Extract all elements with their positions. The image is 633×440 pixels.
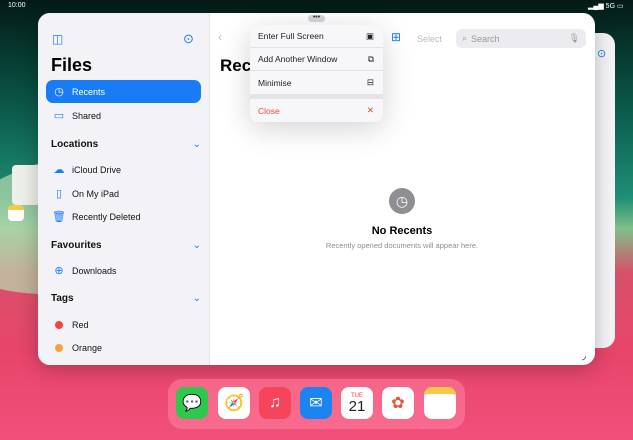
- menu-item-label: Close: [258, 105, 280, 116]
- clock-icon: ◷: [54, 86, 64, 98]
- shared-folder-icon: ▭: [53, 110, 65, 122]
- search-placeholder: Search: [471, 33, 500, 44]
- more-icon[interactable]: ⊙: [183, 31, 194, 47]
- sidebar-item-tag-red[interactable]: Red: [46, 313, 201, 336]
- microphone-icon[interactable]: 🎙: [569, 33, 580, 44]
- sidebar-item-recently-deleted[interactable]: 🗑 Recently Deleted: [46, 205, 201, 228]
- chevron-down-icon[interactable]: ⌄: [193, 293, 201, 304]
- sidebar-title: Files: [51, 55, 93, 75]
- sidebar-item-label: Orange: [72, 342, 103, 353]
- sidebar-toggle-icon[interactable]: ◫: [52, 32, 63, 46]
- minimise-icon: ⊟: [366, 77, 374, 87]
- section-locations[interactable]: Locations ⌄: [51, 139, 201, 150]
- full-screen-icon: ▣: [365, 30, 374, 41]
- window-menu: Enter Full Screen ▣ Add Another Window ⧉ M…: [250, 25, 383, 122]
- notes-icon[interactable]: [8, 205, 24, 221]
- menu-item-enter-full-screen[interactable]: Enter Full Screen ▣: [250, 25, 383, 48]
- menu-item-add-another-window[interactable]: Add Another Window ⧉: [250, 48, 383, 71]
- network-label: 5G: [605, 3, 616, 10]
- section-header: Locations: [51, 139, 99, 150]
- section-tags[interactable]: Tags ⌄: [51, 293, 201, 304]
- sidebar-item-label: Shared: [72, 110, 102, 121]
- search-icon: ⌕: [462, 33, 468, 43]
- section-header: Favourites: [51, 240, 102, 251]
- cloud-icon: ☁: [53, 164, 65, 176]
- sidebar-item-label: Recently Deleted: [72, 211, 141, 222]
- photos-app-icon[interactable]: ✿: [382, 387, 414, 419]
- menu-item-label: Minimise: [258, 77, 292, 88]
- safari-app-icon[interactable]: 🧭: [218, 387, 250, 419]
- calendar-app-icon[interactable]: TUE 21: [341, 387, 373, 419]
- grid-view-icon[interactable]: ⊞: [391, 30, 401, 44]
- section-header: Tags: [51, 293, 74, 304]
- calendar-date: 21: [348, 397, 366, 415]
- chevron-down-icon[interactable]: ⌄: [193, 240, 201, 251]
- menu-item-close[interactable]: Close ✕: [250, 99, 383, 122]
- menu-item-label: Add Another Window: [258, 54, 338, 64]
- sidebar-item-tag-orange[interactable]: Orange: [46, 336, 201, 359]
- empty-subtitle: Recently opened documents will appear he…: [325, 241, 479, 250]
- ipad-icon: ▯: [55, 188, 63, 200]
- red-tag-dot: [55, 320, 63, 329]
- sidebar-item-downloads[interactable]: ⊕ Downloads: [46, 259, 201, 282]
- clock-icon: ◷: [389, 188, 415, 214]
- select-button[interactable]: Select: [417, 34, 442, 44]
- back-icon[interactable]: ‹: [218, 30, 222, 44]
- background-window-thumbnail[interactable]: [12, 165, 40, 205]
- music-app-icon[interactable]: ♫: [259, 387, 291, 419]
- orange-tag-dot: [55, 343, 63, 352]
- add-window-icon: ⧉: [367, 53, 374, 64]
- status-signal: ▂▄▆ 5G ▭: [588, 3, 624, 10]
- download-icon: ⊕: [54, 265, 64, 277]
- mail-app-icon[interactable]: ✉: [300, 387, 332, 419]
- sidebar-item-shared[interactable]: ▭ Shared: [46, 104, 201, 127]
- chevron-down-icon[interactable]: ⌄: [193, 139, 201, 150]
- menu-item-label: Enter Full Screen: [258, 31, 324, 41]
- sidebar-item-recents[interactable]: ◷ Recents: [46, 80, 201, 103]
- close-icon: ✕: [366, 105, 374, 115]
- sidebar-item-label: Downloads: [72, 265, 117, 276]
- notes-app-icon[interactable]: [424, 387, 456, 419]
- status-time: 10:00: [8, 2, 26, 9]
- sidebar-item-label: On My iPad: [72, 188, 120, 199]
- page-title: Rec: [220, 56, 252, 75]
- search-input[interactable]: ⌕ Search 🎙: [456, 29, 586, 48]
- dock: 💬 🧭 ♫ ✉ TUE 21 ✿: [168, 379, 465, 429]
- empty-title: No Recents: [371, 225, 433, 237]
- section-favourites[interactable]: Favourites ⌄: [51, 240, 201, 251]
- window-controls-handle[interactable]: •••: [308, 14, 325, 22]
- trash-icon: 🗑: [52, 211, 66, 223]
- sidebar-item-label: Recents: [72, 86, 106, 97]
- sidebar-item-on-my-ipad[interactable]: ▯ On My iPad: [46, 182, 201, 205]
- sidebar-item-label: Red: [72, 319, 89, 330]
- messages-app-icon[interactable]: 💬: [176, 387, 208, 419]
- resize-handle[interactable]: ◞: [582, 351, 586, 362]
- sidebar-item-icloud-drive[interactable]: ☁ iCloud Drive: [46, 158, 201, 181]
- menu-item-minimise[interactable]: Minimise ⊟: [250, 71, 383, 94]
- sidebar-item-label: iCloud Drive: [72, 164, 122, 175]
- more-icon[interactable]: ⊙: [597, 47, 606, 60]
- sidebar: ◫ ⊙ Files ◷ Recents ▭ Shared Locations ⌄ ☁ i…: [38, 13, 210, 365]
